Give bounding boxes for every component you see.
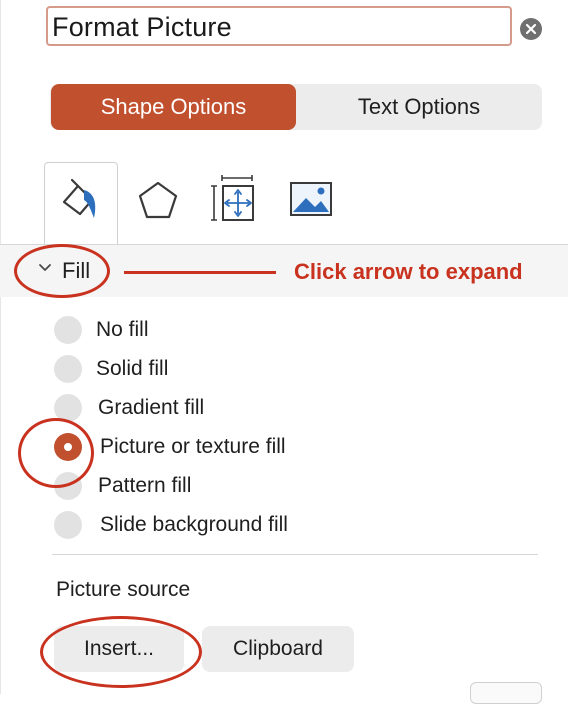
option-label-slide-background-fill: Slide background fill [100, 513, 288, 536]
annotation-circle-fill [14, 244, 110, 298]
option-label-picture-texture-fill: Picture or texture fill [100, 435, 286, 458]
panel-title: Format Picture [52, 12, 232, 42]
effects-pentagon-icon[interactable] [136, 180, 180, 220]
text-options-tab[interactable]: Text Options [296, 84, 542, 130]
radio-slide-background-fill[interactable] [54, 511, 82, 539]
annotation-hint: Click arrow to expand [294, 259, 523, 284]
radio-solid-fill[interactable] [54, 355, 82, 383]
picture-source-label: Picture source [56, 578, 191, 601]
annotation-circle-insert [40, 616, 202, 688]
shape-options-tab[interactable]: Shape Options [51, 84, 296, 130]
section-divider [52, 554, 538, 555]
radio-no-fill[interactable] [54, 316, 82, 344]
close-icon [525, 23, 537, 35]
option-label-gradient-fill: Gradient fill [98, 396, 205, 419]
close-button[interactable] [520, 18, 542, 40]
option-label-solid-fill: Solid fill [96, 357, 169, 380]
fill-line-icon[interactable] [58, 178, 104, 222]
panel-edge [0, 0, 1, 694]
picture-icon[interactable] [288, 180, 334, 218]
option-label-pattern-fill: Pattern fill [98, 474, 192, 497]
option-label-no-fill: No fill [96, 318, 149, 341]
partial-button[interactable] [470, 682, 542, 704]
clipboard-button[interactable]: Clipboard [202, 626, 354, 672]
size-properties-icon[interactable] [210, 174, 260, 224]
annotation-circle-picture-fill [18, 418, 94, 488]
annotation-line [124, 271, 276, 274]
